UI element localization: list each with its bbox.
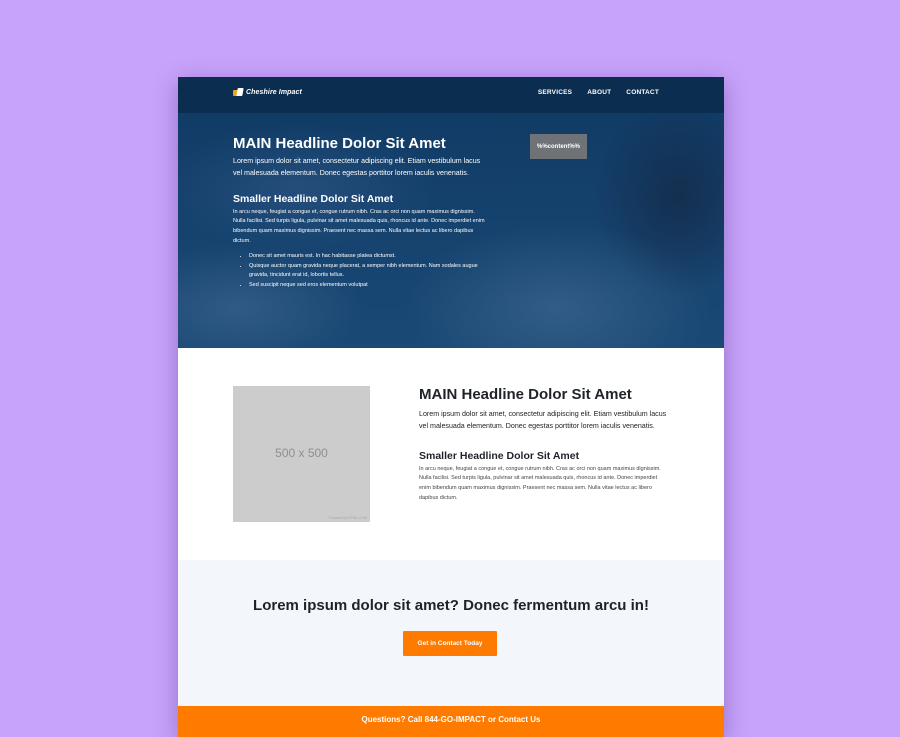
hero-title: MAIN Headline Dolor Sit Amet: [233, 135, 446, 152]
hero-content: MAIN Headline Dolor Sit Amet Lorem ipsum…: [233, 135, 485, 291]
nav-item-about[interactable]: ABOUT: [587, 89, 611, 96]
list-item: Quisque auctor quam gravida neque placer…: [249, 262, 485, 281]
list-item: Sed suscipit neque sed eros elementum vo…: [249, 281, 485, 291]
feature-body: In arcu neque, feugiat a congue et, cong…: [419, 465, 661, 501]
feature-text: MAIN Headline Dolor Sit Amet Lorem ipsum…: [419, 386, 669, 503]
feature-subtitle: Smaller Headline Dolor Sit Amet: [419, 449, 580, 462]
list-item: Donec sit amet mauris est. In hac habita…: [249, 252, 485, 262]
hero-body: In arcu neque, feugiat a congue et, cong…: [233, 208, 485, 244]
placeholder-label: 500 x 500: [275, 446, 328, 460]
footer-text[interactable]: Questions? Call 844-GO-IMPACT or Contact…: [178, 715, 724, 724]
content-placeholder-badge: %%content%%: [530, 134, 587, 159]
logo-icon: [233, 88, 244, 97]
hero-subtitle: Smaller Headline Dolor Sit Amet: [233, 192, 394, 205]
nav-item-services[interactable]: SERVICES: [538, 89, 572, 96]
image-placeholder: 500 x 500 Powered by HTML.COM: [233, 386, 370, 522]
hero-bullet-list: Donec sit amet mauris est. In hac habita…: [233, 252, 485, 291]
logo-text: Cheshire Impact: [246, 89, 302, 96]
get-in-contact-button[interactable]: Get in Contact Today: [403, 631, 497, 656]
logo[interactable]: Cheshire Impact: [233, 88, 302, 97]
website-mockup: Cheshire Impact SERVICES ABOUT CONTACT M…: [178, 77, 724, 737]
placeholder-credit: Powered by HTML.COM: [328, 516, 367, 520]
nav-item-contact[interactable]: CONTACT: [626, 89, 659, 96]
cta-title: Lorem ipsum dolor sit amet? Donec fermen…: [253, 597, 649, 614]
main-nav: SERVICES ABOUT CONTACT: [538, 89, 659, 96]
feature-section: 500 x 500 Powered by HTML.COM MAIN Headl…: [178, 348, 724, 560]
feature-lead: Lorem ipsum dolor sit amet, consectetur …: [419, 410, 667, 430]
cta-section: Lorem ipsum dolor sit amet? Donec fermen…: [178, 560, 724, 706]
hero-section: Cheshire Impact SERVICES ABOUT CONTACT M…: [178, 77, 724, 348]
feature-title: MAIN Headline Dolor Sit Amet: [419, 386, 632, 403]
hero-lead: Lorem ipsum dolor sit amet, consectetur …: [233, 157, 481, 177]
footer-bar: Questions? Call 844-GO-IMPACT or Contact…: [178, 706, 724, 737]
top-navbar: Cheshire Impact SERVICES ABOUT CONTACT: [178, 77, 724, 113]
